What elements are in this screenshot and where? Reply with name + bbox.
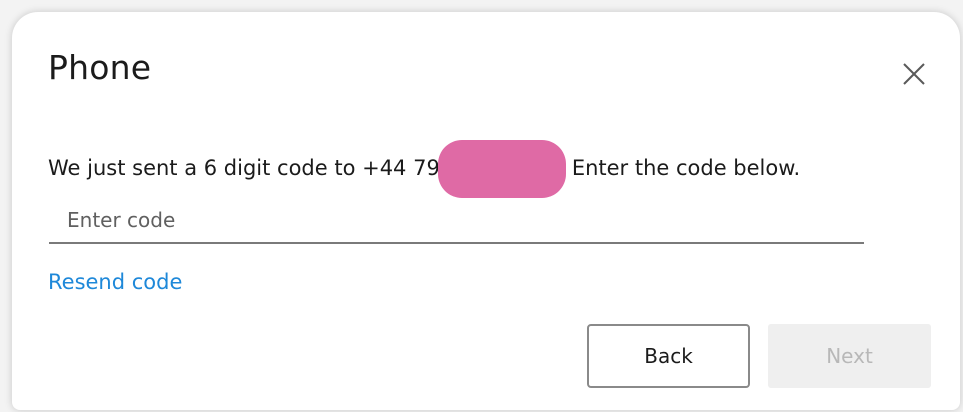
message-instruction: Enter the code below. [571,156,801,180]
resend-code-link[interactable]: Resend code [48,270,182,294]
close-button[interactable] [896,56,932,92]
back-button[interactable]: Back [587,324,750,388]
next-button[interactable]: Next [768,324,931,388]
close-icon [903,63,925,85]
message-phone-prefix: We just sent a 6 digit code to +44 79 [48,156,440,180]
code-input[interactable] [49,198,864,244]
code-sent-message: We just sent a 6 digit code to +44 79 Ent… [48,140,801,198]
dialog-title: Phone [48,48,152,87]
redacted-phone-digits [437,140,566,198]
phone-verification-dialog: Phone We just sent a 6 digit code to +44… [12,12,960,410]
